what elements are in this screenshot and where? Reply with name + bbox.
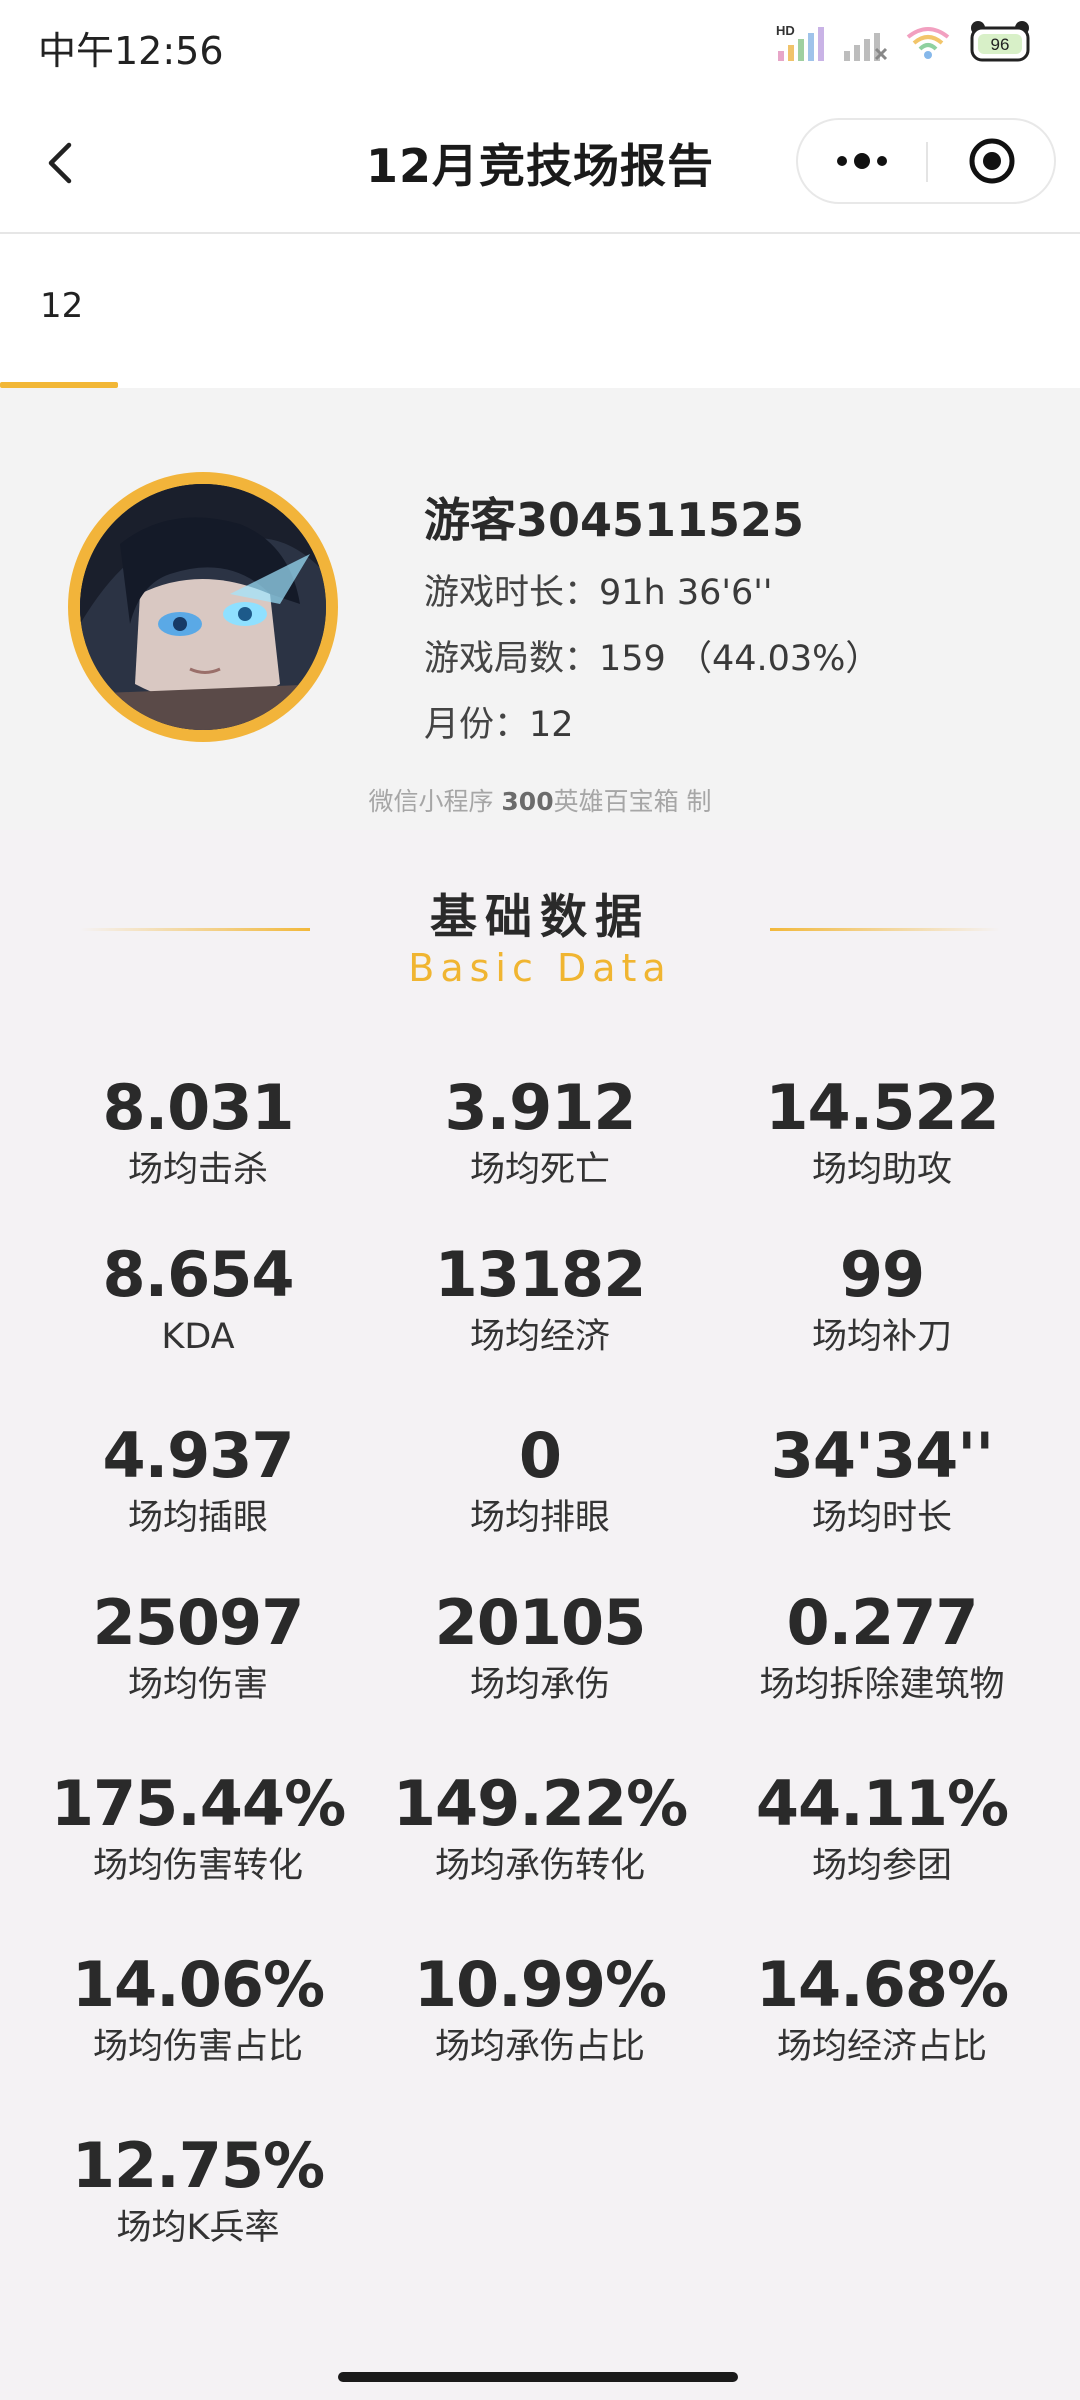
status-icons: HD 96 bbox=[776, 18, 1032, 68]
stat-item: 10.99% 场均承伤占比 bbox=[360, 1947, 720, 2071]
navigation-bar: 12月竞技场报告 bbox=[0, 88, 1080, 234]
more-button[interactable] bbox=[798, 120, 926, 202]
stat-item: 44.11% 场均参团 bbox=[702, 1766, 1062, 1890]
stat-value: 8.031 bbox=[102, 1071, 294, 1144]
stat-value: 14.68% bbox=[755, 1948, 1009, 2021]
stat-label: 场均参团 bbox=[811, 1846, 952, 1886]
stat-label: 场均击杀 bbox=[127, 1150, 268, 1190]
stat-item: 0.277 场均拆除建筑物 bbox=[702, 1585, 1062, 1709]
stat-label: 场均伤害 bbox=[127, 1665, 268, 1705]
stat-item: 149.22% 场均承伤转化 bbox=[360, 1766, 720, 1890]
stat-item: 0 场均排眼 bbox=[360, 1418, 720, 1542]
stat-label: 场均承伤转化 bbox=[434, 1846, 645, 1886]
month-value: 12 bbox=[529, 705, 574, 745]
stat-value: 13182 bbox=[434, 1238, 647, 1311]
stat-item: 14.06% 场均伤害占比 bbox=[18, 1947, 378, 2071]
stat-item: 99 场均补刀 bbox=[702, 1237, 1062, 1361]
stat-item: 25097 场均伤害 bbox=[18, 1585, 378, 1709]
stat-item: 3.912 场均死亡 bbox=[360, 1070, 720, 1194]
stat-label: 场均死亡 bbox=[469, 1150, 610, 1190]
play-time-row: 游戏时长：91h 36'6'' bbox=[424, 564, 773, 615]
stat-label: 场均承伤占比 bbox=[434, 2027, 645, 2067]
stat-value: 25097 bbox=[92, 1586, 305, 1659]
stat-value: 44.11% bbox=[755, 1767, 1009, 1840]
target-circle-icon bbox=[969, 138, 1015, 184]
stat-label: 场均补刀 bbox=[811, 1317, 952, 1357]
svg-text:HD: HD bbox=[776, 23, 795, 38]
stat-value: 14.522 bbox=[765, 1071, 999, 1144]
stat-item: 175.44% 场均伤害转化 bbox=[18, 1766, 378, 1890]
stat-label: 场均时长 bbox=[811, 1498, 952, 1538]
stat-label: 场均承伤 bbox=[469, 1665, 610, 1705]
stat-item: 34'34'' 场均时长 bbox=[702, 1418, 1062, 1542]
battery-icon: 96 bbox=[968, 20, 1032, 66]
stat-item: 20105 场均承伤 bbox=[360, 1585, 720, 1709]
games-label: 游戏局数： bbox=[424, 639, 600, 679]
stat-item: 13182 场均经济 bbox=[360, 1237, 720, 1361]
stat-item: 8.031 场均击杀 bbox=[18, 1070, 378, 1194]
stat-value: 0 bbox=[518, 1419, 562, 1492]
stat-value: 4.937 bbox=[102, 1419, 294, 1492]
stat-item: 14.522 场均助攻 bbox=[702, 1070, 1062, 1194]
tab-label: 12 bbox=[40, 286, 84, 326]
play-time-label: 游戏时长： bbox=[424, 573, 600, 613]
month-label: 月份： bbox=[424, 705, 530, 745]
stat-label: 场均拆除建筑物 bbox=[759, 1665, 1005, 1705]
avatar-image bbox=[80, 484, 326, 730]
stat-label: 场均插眼 bbox=[127, 1498, 268, 1538]
status-time: 中午12:56 bbox=[38, 29, 224, 73]
no-signal-icon bbox=[842, 23, 888, 63]
games-row: 游戏局数：159 （44.03%） bbox=[424, 630, 880, 681]
section-title: 基础数据 bbox=[430, 890, 650, 945]
stat-label: 场均排眼 bbox=[469, 1498, 610, 1538]
stat-label: 场均伤害占比 bbox=[92, 2027, 303, 2067]
stat-item: 8.654 KDA bbox=[18, 1237, 378, 1361]
more-dots-icon bbox=[837, 153, 887, 169]
month-row: 月份：12 bbox=[424, 696, 574, 747]
stat-item: 14.68% 场均经济占比 bbox=[702, 1947, 1062, 2071]
profile-card: 游客304511525 游戏时长：91h 36'6'' 游戏局数：159 （44… bbox=[0, 388, 1080, 830]
watermark-suffix: 英雄百宝箱 制 bbox=[553, 787, 712, 816]
watermark-prefix: 微信小程序 bbox=[368, 787, 502, 816]
wifi-icon bbox=[906, 25, 950, 61]
section-subtitle: Basic Data bbox=[408, 946, 672, 990]
stat-label: 场均伤害转化 bbox=[92, 1846, 303, 1886]
stat-value: 10.99% bbox=[413, 1948, 667, 2021]
stat-value: 34'34'' bbox=[770, 1419, 995, 1492]
basic-data-heading: 基础数据 Basic Data bbox=[0, 860, 1080, 1000]
stat-label: KDA bbox=[161, 1317, 235, 1357]
stat-label: 场均助攻 bbox=[811, 1150, 952, 1190]
home-indicator[interactable] bbox=[338, 2372, 738, 2382]
stat-value: 20105 bbox=[434, 1586, 647, 1659]
svg-text:96: 96 bbox=[991, 35, 1010, 54]
stat-label: 场均经济占比 bbox=[776, 2027, 987, 2067]
watermark-bold: 300 bbox=[501, 787, 554, 816]
stat-value: 175.44% bbox=[50, 1767, 346, 1840]
stat-label: 场均K兵率 bbox=[116, 2208, 280, 2248]
month-tab-bar: 12 bbox=[0, 234, 1080, 388]
play-time-value: 91h 36'6'' bbox=[599, 573, 773, 613]
stat-value: 0.277 bbox=[786, 1586, 978, 1659]
watermark: 微信小程序 300英雄百宝箱 制 bbox=[0, 782, 1080, 818]
cellular-signal-icon: HD bbox=[776, 23, 824, 63]
games-value: 159 （44.03%） bbox=[599, 639, 881, 679]
close-miniprogram-button[interactable] bbox=[928, 120, 1056, 202]
user-name: 游客304511525 bbox=[424, 493, 805, 547]
stat-value: 14.06% bbox=[71, 1948, 325, 2021]
stat-value: 12.75% bbox=[71, 2129, 325, 2202]
stat-value: 3.912 bbox=[444, 1071, 636, 1144]
miniprogram-capsule bbox=[796, 118, 1056, 204]
stat-item: 12.75% 场均K兵率 bbox=[18, 2128, 378, 2252]
stat-value: 8.654 bbox=[102, 1238, 294, 1311]
avatar bbox=[68, 472, 338, 742]
stat-item: 4.937 场均插眼 bbox=[18, 1418, 378, 1542]
status-bar: 中午12:56 HD 96 bbox=[0, 0, 1080, 88]
stat-value: 149.22% bbox=[392, 1767, 688, 1840]
stat-value: 99 bbox=[839, 1238, 925, 1311]
stat-label: 场均经济 bbox=[469, 1317, 610, 1357]
tab-month-12[interactable]: 12 bbox=[0, 234, 118, 388]
